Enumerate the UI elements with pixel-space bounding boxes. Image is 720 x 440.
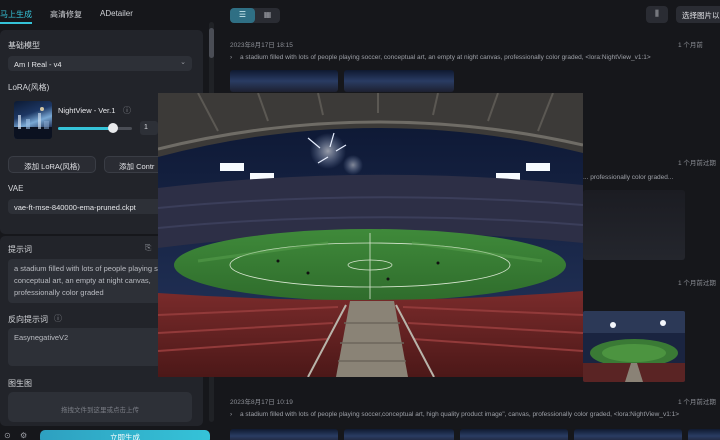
generate-button[interactable]: 立即生成: [40, 430, 210, 440]
img2img-upload-area[interactable]: 拖拽文件到这里或点击上传: [8, 392, 192, 422]
lora-name: NightView - Ver.1: [58, 106, 116, 115]
gallery-thumbnail[interactable]: [460, 429, 568, 440]
entry-age: 1 个月前: [678, 42, 703, 49]
stadium-thumbnail-art: [583, 311, 685, 382]
grid-view-icon[interactable]: ▦: [255, 8, 280, 23]
entry-date: 2023年8月17日 10:19: [230, 399, 293, 406]
lora-thumbnail[interactable]: [14, 101, 52, 139]
gallery-thumbnail[interactable]: [574, 429, 682, 440]
tab-hires-fix[interactable]: 高清修复: [50, 9, 82, 20]
lora-weight-knob[interactable]: [108, 123, 118, 133]
image-preview[interactable]: [158, 93, 583, 377]
gallery-thumbnail-placeholder: [583, 190, 685, 260]
list-view-icon[interactable]: ☰: [230, 8, 255, 23]
base-model-label: 基础模型: [8, 41, 40, 50]
lora-weight-slider[interactable]: [58, 127, 132, 130]
chevron-right-icon[interactable]: ›: [230, 411, 232, 418]
base-model-select[interactable]: Am I Real - v4 ⌄: [8, 56, 192, 71]
gallery-thumbnail[interactable]: [344, 70, 454, 92]
view-toggle: ☰ ▦: [230, 8, 280, 23]
lora-weight-fill: [58, 127, 112, 130]
vae-label: VAE: [8, 184, 24, 193]
lora-weight-input[interactable]: 1: [140, 121, 158, 135]
user-icon[interactable]: ⊙: [4, 431, 11, 440]
entry-date: 2023年8月17日 18:15: [230, 42, 293, 49]
copy-icon[interactable]: ⎘: [145, 243, 151, 253]
vae-value: vae-ft-mse-840000-ema-pruned.ckpt: [14, 203, 136, 212]
stadium-preview-art: [158, 93, 583, 377]
prompt-label: 提示词: [8, 245, 32, 254]
active-tab-indicator: [0, 22, 32, 24]
info-icon[interactable]: ⓘ: [123, 105, 131, 116]
negative-prompt-label: 反向提示词: [8, 315, 48, 324]
base-model-value: Am I Real - v4: [14, 60, 62, 69]
img2img-label: 图生图: [8, 379, 32, 388]
entry-prompt: ... professionally color graded...: [583, 174, 674, 181]
chevron-right-icon[interactable]: ›: [230, 54, 232, 61]
entry-prompt: a stadium filled with lots of people pla…: [240, 54, 651, 61]
tab-adetailer[interactable]: ADetailer: [100, 9, 133, 18]
gallery-thumbnail[interactable]: [344, 429, 454, 440]
left-scrollbar-thumb[interactable]: [209, 28, 214, 58]
info-icon[interactable]: ⓘ: [54, 313, 62, 324]
settings-icon[interactable]: ⚙: [20, 431, 27, 440]
lora-thumbnail-art: [14, 107, 52, 139]
add-lora-button[interactable]: 添加 LoRA(风格): [8, 156, 96, 173]
lora-label: LoRA(风格): [8, 83, 50, 92]
mode-tabs: 马上生成 高清修复 ADetailer: [0, 0, 210, 26]
entry-age: 1 个月前过期: [678, 280, 716, 287]
gallery-thumbnail[interactable]: [230, 70, 338, 92]
entry-age: 1 个月前过期: [678, 160, 716, 167]
gallery-thumbnail[interactable]: [230, 429, 338, 440]
chart-icon[interactable]: ⫼: [646, 6, 668, 23]
chevron-down-icon: ⌄: [180, 59, 186, 66]
select-images-button[interactable]: 选择图片以: [676, 6, 720, 23]
tab-generate[interactable]: 马上生成: [0, 9, 32, 20]
gallery-thumbnail[interactable]: [688, 429, 720, 440]
entry-age: 1 个月前过期: [678, 399, 716, 406]
gallery-thumbnail[interactable]: [583, 311, 685, 382]
entry-prompt: a stadium filled with lots of people pla…: [240, 411, 680, 418]
